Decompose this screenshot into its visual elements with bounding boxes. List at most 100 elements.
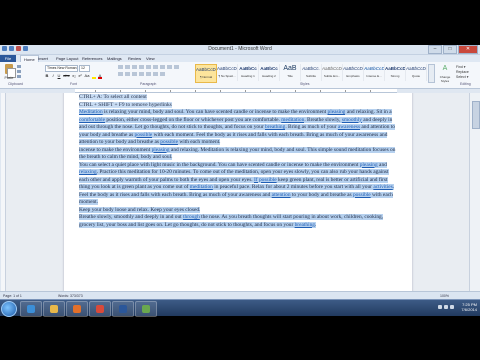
style-heading-2[interactable]: AaBbCc Heading 2 — [259, 64, 280, 81]
bullets-icon[interactable] — [118, 65, 123, 69]
decrease-indent-icon[interactable] — [139, 65, 144, 69]
hyperlink[interactable]: awareness — [337, 124, 361, 130]
taskbar-explorer-icon[interactable] — [43, 301, 65, 317]
scrollbar-thumb[interactable] — [472, 101, 480, 129]
word-count[interactable]: Words: 373/373 — [58, 294, 83, 298]
zoom-level[interactable]: 100% — [440, 294, 449, 298]
hyperlink[interactable]: comfortable — [79, 116, 106, 123]
style-normal[interactable]: AaBbCcDc ¶ Normal — [195, 64, 217, 83]
hyperlink[interactable]: attention — [271, 191, 291, 198]
style-strong[interactable]: AaBbCcDcStrong — [385, 64, 406, 81]
increase-indent-icon[interactable] — [146, 65, 151, 69]
show-marks-icon[interactable] — [160, 65, 165, 69]
cut-icon[interactable] — [17, 65, 21, 68]
tab-insert[interactable]: Insert — [38, 55, 48, 62]
styles-scroll-button[interactable] — [428, 64, 435, 83]
tab-home[interactable]: Home — [20, 55, 39, 62]
justify-icon[interactable] — [139, 72, 144, 76]
style-intense-emphasis[interactable]: AaBbCcDcIntense E... — [364, 64, 385, 81]
hyperlink[interactable]: through — [183, 214, 200, 220]
bold-button[interactable]: B — [45, 73, 49, 79]
hyperlink[interactable]: pleasing — [151, 146, 170, 153]
clock-date: 7/6/2014 — [461, 307, 477, 312]
taskbar-ie-icon[interactable] — [20, 301, 42, 317]
doc-paragraph-2: incense to make the environment pleasing… — [79, 146, 397, 162]
start-button-icon[interactable] — [1, 301, 17, 317]
style-subtle-emphasis[interactable]: AaBbCcDc Subtle Em... — [322, 64, 343, 81]
document-area: CTRL+ A: To select all content CTRL + SH… — [6, 93, 470, 291]
tab-view[interactable]: View — [146, 55, 155, 62]
hyperlink[interactable]: possible — [134, 131, 153, 138]
italic-button[interactable]: I — [51, 73, 55, 79]
text-run: . — [314, 221, 317, 228]
copy-icon[interactable] — [17, 70, 21, 73]
document-page[interactable]: CTRL+ A: To select all content CTRL + SH… — [64, 93, 412, 291]
maximize-button[interactable]: □ — [443, 45, 457, 54]
hyperlink[interactable]: possible — [352, 191, 371, 198]
system-tray — [438, 305, 454, 309]
doc-paragraph-4: Breathe slowly, smoothly and deeply in a… — [79, 214, 397, 229]
subscript-button[interactable]: x₂ — [72, 73, 76, 79]
font-size-select[interactable]: 12 — [79, 65, 90, 72]
style-subtitle[interactable]: AaBbCc. Subtitle — [301, 64, 322, 81]
tab-review[interactable]: Review — [128, 55, 141, 62]
tab-file[interactable]: File — [0, 55, 16, 62]
hyperlink[interactable]: breathing — [294, 221, 315, 228]
tab-mailings[interactable]: Mailings — [107, 55, 122, 62]
style-no-spacing[interactable]: AaBbCcDc ¶ No Spaci... — [217, 64, 238, 81]
flag-icon[interactable] — [450, 305, 454, 309]
strikethrough-button[interactable]: abc — [63, 73, 70, 79]
text-run: . Breathe slowly, — [304, 116, 342, 123]
taskbar-chrome-icon[interactable] — [89, 301, 111, 317]
style-title[interactable]: AaB Title — [280, 64, 301, 81]
paste-button[interactable]: Paste — [3, 64, 16, 80]
hyperlink[interactable]: meditation — [281, 116, 305, 123]
clock[interactable]: 7:25 PM 7/6/2014 — [461, 302, 477, 312]
style-emphasis[interactable]: AaBbCcDc Emphasis — [343, 64, 364, 81]
line-spacing-icon[interactable] — [146, 72, 151, 76]
shading-icon[interactable] — [153, 72, 158, 76]
hyperlink[interactable]: Meditation — [79, 109, 103, 115]
close-button[interactable]: ✕ — [458, 45, 478, 54]
hyperlink[interactable]: breathing — [264, 124, 286, 130]
taskbar-media-icon[interactable] — [66, 301, 88, 317]
taskbar-paint-icon[interactable] — [135, 301, 157, 317]
select-button[interactable]: Select ▾ — [456, 75, 478, 80]
minimize-button[interactable]: – — [428, 45, 442, 54]
taskbar-word-icon[interactable] — [112, 301, 134, 317]
text-run: with each moment. — [177, 139, 221, 145]
tab-references[interactable]: References — [82, 55, 102, 62]
text-run: Breathe slowly, smoothly and deeply in a… — [79, 214, 184, 220]
font-name-select[interactable]: Times New Roman — [45, 65, 78, 72]
format-painter-icon[interactable] — [17, 75, 21, 78]
hyperlink[interactable]: smoothly — [341, 116, 362, 123]
hyperlink[interactable]: pleasing — [359, 161, 378, 168]
borders-icon[interactable] — [160, 72, 165, 76]
hyperlink[interactable]: meditation — [189, 184, 213, 190]
font-color-button[interactable]: A — [98, 73, 102, 79]
underline-button[interactable]: U — [57, 73, 61, 79]
multilevel-list-icon[interactable] — [132, 65, 137, 69]
vertical-scrollbar[interactable] — [469, 93, 480, 291]
style-quote[interactable]: AaBbCcDc Quote — [406, 64, 427, 81]
style-heading-1[interactable]: AaBbCc Heading 1 — [238, 64, 259, 81]
network-icon[interactable] — [438, 305, 442, 309]
document-text[interactable]: CTRL+ A: To select all content CTRL + SH… — [79, 94, 397, 229]
change-styles-button[interactable]: A Change Styles — [436, 64, 454, 83]
align-center-icon[interactable] — [125, 72, 130, 76]
hyperlink[interactable]: pleasing — [327, 109, 346, 115]
hyperlink[interactable]: relaxing — [79, 169, 97, 175]
page-count[interactable]: Page: 1 of 1 — [3, 294, 22, 298]
change-case-button[interactable]: Aa — [84, 73, 90, 79]
align-right-icon[interactable] — [132, 72, 137, 76]
volume-icon[interactable] — [444, 305, 448, 309]
highlight-color-icon[interactable] — [92, 73, 96, 79]
align-left-icon[interactable] — [118, 72, 123, 76]
hyperlink[interactable]: If possible — [254, 176, 277, 183]
hyperlink[interactable]: activities — [373, 184, 393, 190]
tab-page-layout[interactable]: Page Layout — [56, 55, 78, 62]
hyperlink[interactable]: possible — [160, 139, 178, 145]
sort-icon[interactable] — [153, 65, 158, 69]
numbering-icon[interactable] — [125, 65, 130, 69]
superscript-button[interactable]: x² — [78, 73, 82, 79]
